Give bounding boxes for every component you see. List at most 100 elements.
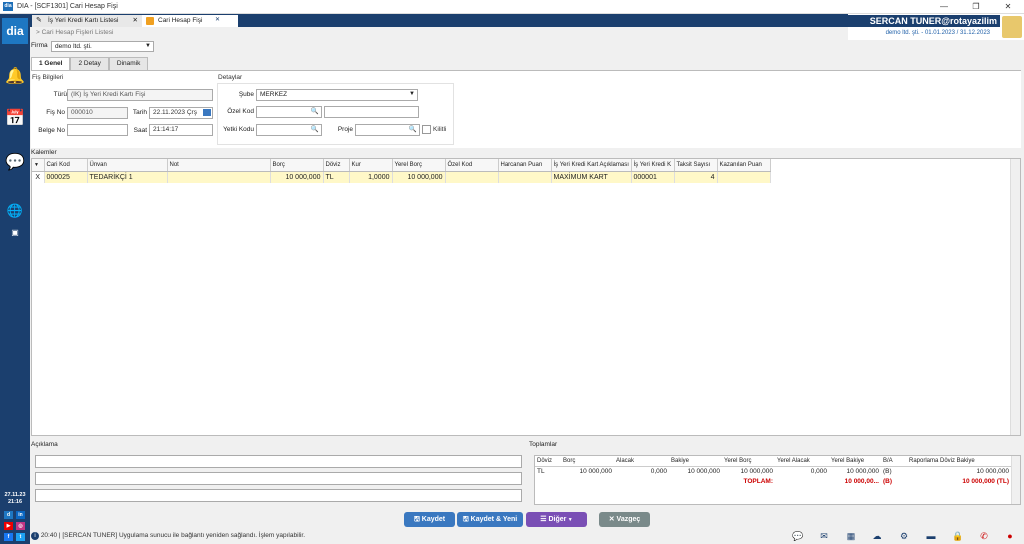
cell-kazanilan-puan[interactable] [717,171,771,183]
tcell: 10 000,000 [976,467,1009,475]
period-info[interactable]: demo ltd. şti. - 01.01.2023 / 31.12.2023 [886,30,990,36]
cell-cari-kod[interactable]: 000025 [44,171,88,183]
cell-harcanan-puan[interactable] [498,171,552,183]
cell-borc[interactable]: 10 000,000 [270,171,324,183]
kilitli-label: Kilitli [433,126,447,133]
chat-icon[interactable]: 💬 [4,152,26,174]
col-doviz[interactable]: Döviz [323,159,350,172]
maximize-button[interactable]: ❐ [960,0,992,14]
yetki-kodu-field[interactable]: 🔍 [256,124,322,136]
search-icon[interactable]: 🔍 [311,125,319,135]
tab-is-yeri-kredi-karti-listesi[interactable]: ✎ İş Yeri Kredi Kartı Listesi ✕ [32,15,142,27]
cell-unvan[interactable]: TEDARİKÇİ 1 [87,171,168,183]
tab-genel[interactable]: 1 Genel [31,57,71,70]
totals-scrollbar[interactable] [1011,456,1020,504]
col-ozel-kod[interactable]: Özel Kod [445,159,499,172]
tab-detay[interactable]: 2 Detay [70,57,109,70]
col-kazanilan-puan[interactable]: Kazanılan Puan [717,159,771,172]
turu-field[interactable]: (IK) İş Yeri Kredi Kartı Fişi [67,89,213,101]
cell-taksit-sayisi[interactable]: 4 [674,171,718,183]
message-icon[interactable]: ▬ [925,530,937,542]
close-tab-icon[interactable]: ✕ [133,15,138,27]
fis-bilgileri-title: Fiş Bilgileri [32,74,64,81]
col-yerel-borc[interactable]: Yerel Borç [392,159,446,172]
avatar[interactable] [1002,16,1022,38]
calendar-icon[interactable] [203,109,211,116]
minimize-button[interactable]: — [928,0,960,14]
bell-icon[interactable]: 🔔 [4,66,26,88]
ozel-kod-description[interactable] [324,106,419,118]
settings-icon[interactable]: ⚙ [898,530,910,542]
cell-not[interactable] [167,171,271,183]
firma-select[interactable]: demo ltd. şti. ▼ [51,41,154,52]
cell-yerel-borc[interactable]: 10 000,000 [392,171,446,183]
dia-small-icon[interactable]: d [4,511,13,519]
col-cari-kod[interactable]: Cari Kod [44,159,88,172]
user-bar: SERCAN TUNER@rotayazilim demo ltd. şti. … [848,14,1024,40]
phone-icon[interactable]: ✆ [978,530,990,542]
facebook-icon[interactable]: f [4,533,13,541]
cell-kart-aciklamasi[interactable]: MAXİMUM KART [551,171,632,183]
close-window-button[interactable]: ✕ [992,0,1024,14]
detaylar-title: Detaylar [218,74,243,81]
col-borc[interactable]: Borç [270,159,324,172]
turu-label: Türü [53,91,67,98]
cell-doviz[interactable]: TL [323,171,350,183]
globe-icon[interactable]: 🌐 [4,200,26,222]
diger-button[interactable]: ☰ Diğer ▼ [526,512,587,527]
cell-kredi-k[interactable]: 000001 [631,171,675,183]
youtube-icon[interactable]: ▶ [4,522,13,530]
ozel-kod-field[interactable]: 🔍 [256,106,322,118]
new-tab-icon[interactable]: + [228,13,235,27]
sube-select[interactable]: MERKEZ ▼ [256,89,418,101]
tab-dinamik[interactable]: Dinamik [108,57,149,70]
search-icon[interactable]: 🔍 [409,125,417,135]
col-kredi-k[interactable]: İş Yeri Kredi K [631,159,675,172]
kaydet-button[interactable]: 🖫 Kaydet [404,512,455,527]
row-marker[interactable]: X [32,171,45,183]
table-row[interactable]: X 000025 TEDARİKÇİ 1 10 000,000 TL 1,000… [32,171,771,183]
belge-no-label: Belge No [38,127,65,134]
chat-icon[interactable]: 💬 [792,530,804,542]
calendar-icon[interactable]: 📅 [4,108,26,130]
breadcrumb[interactable]: > Cari Hesap Fişleri Listesi [36,29,113,36]
mail-icon[interactable]: ✉ [818,530,830,542]
linkedin-icon[interactable]: in [16,511,25,519]
cell-ozel-kod[interactable] [445,171,499,183]
saat-field[interactable]: 21:14:17 [149,124,213,136]
belge-no-field[interactable] [67,124,128,136]
aciklama-line-2[interactable] [35,472,522,485]
fis-no-field[interactable]: 000010 [67,107,128,119]
kaydet-yeni-button[interactable]: 🖫 Kaydet & Yeni [457,512,523,527]
kilitli-checkbox[interactable] [422,125,431,134]
col-harcanan-puan[interactable]: Harcanan Puan [498,159,552,172]
cell-kur[interactable]: 1,0000 [349,171,393,183]
col-kart-aciklamasi[interactable]: İş Yeri Kredi Kart Açıklaması [551,159,632,172]
col-kur[interactable]: Kur [349,159,393,172]
user-name[interactable]: SERCAN TUNER@rotayazilim [848,15,1000,27]
aciklama-line-3[interactable] [35,489,522,502]
proje-field[interactable]: 🔍 [355,124,420,136]
tab-cari-hesap-fisi[interactable]: Cari Hesap Fişi [142,15,238,27]
tarih-field[interactable]: 22.11.2023 Çrş [149,107,213,119]
dia-logo[interactable]: dia [2,18,28,44]
close-tab-icon[interactable]: ✕ [213,16,222,25]
yetki-kodu-label: Yetki Kodu [223,126,254,133]
col-taksit-sayisi[interactable]: Taksit Sayısı [674,159,718,172]
search-icon[interactable]: 🔍 [311,107,319,117]
vazgec-button[interactable]: ✕ Vazgeç [599,512,650,527]
instagram-icon[interactable]: ◎ [16,522,25,530]
aciklama-line-1[interactable] [35,455,522,468]
grid-scrollbar[interactable] [1010,159,1020,435]
calculator-icon[interactable]: ▦ [845,530,857,542]
lock-icon[interactable]: 🔒 [952,530,964,542]
window-icon[interactable]: ▣ [4,222,26,244]
cloud-icon[interactable]: ☁ [871,530,883,542]
tarih-label: Tarih [132,109,147,116]
power-icon[interactable]: ● [1004,530,1016,542]
column-menu-icon[interactable]: ▼ [32,159,45,172]
twitter-icon[interactable]: t [16,533,25,541]
col-unvan[interactable]: Ünvan [87,159,168,172]
chevron-down-icon: ▼ [409,91,415,97]
col-not[interactable]: Not [167,159,271,172]
